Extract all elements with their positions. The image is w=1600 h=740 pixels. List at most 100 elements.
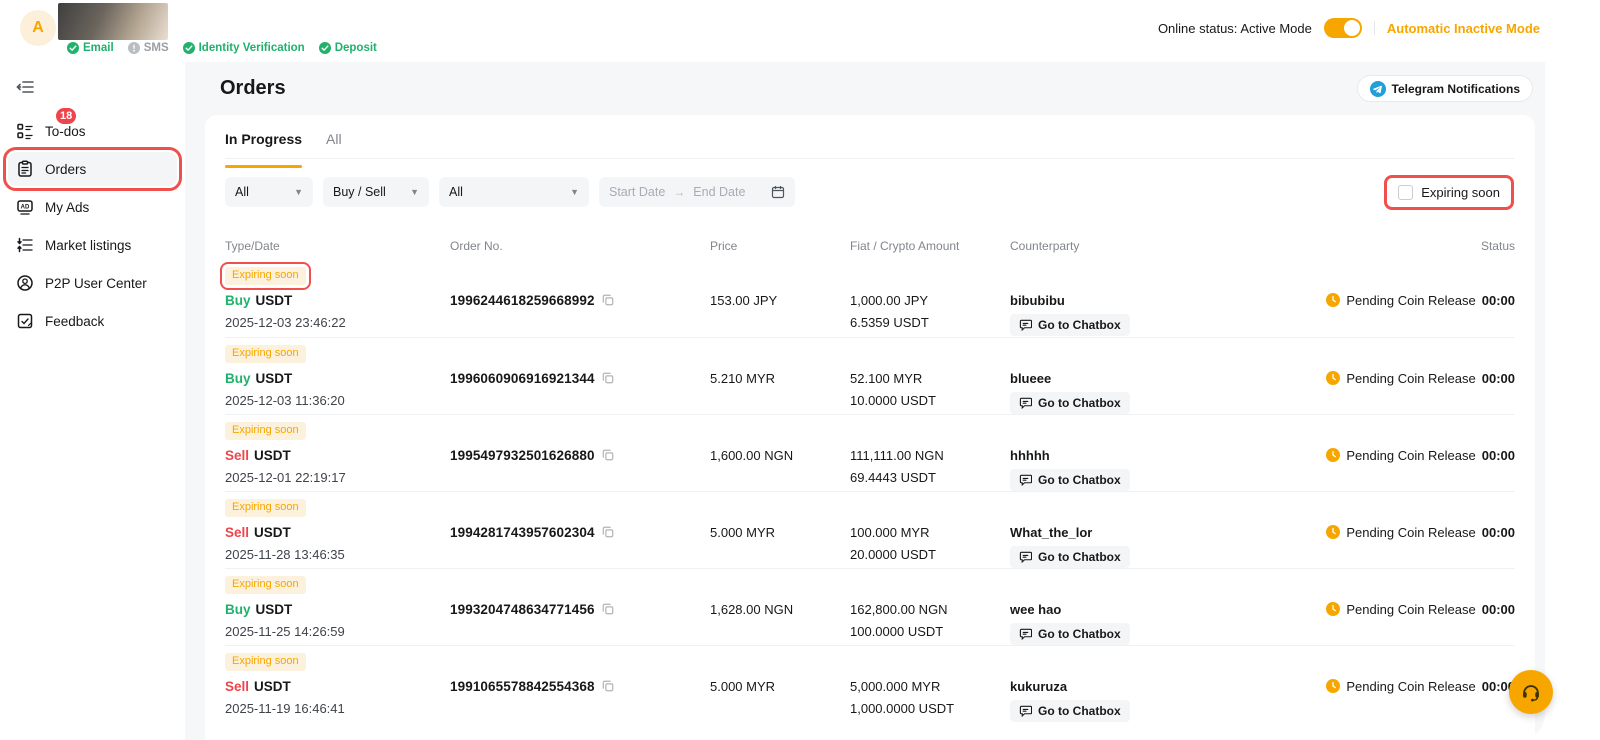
- automatic-inactive-mode-link[interactable]: Automatic Inactive Mode: [1387, 21, 1540, 36]
- telegram-notifications-button[interactable]: Telegram Notifications: [1357, 75, 1533, 102]
- sidebar-item-p2p-user-center[interactable]: P2P User Center: [8, 266, 177, 300]
- expiring-soon-tag: Expiring soon: [225, 499, 306, 517]
- crypto-amount: 20.0000 USDT: [850, 547, 1010, 562]
- order-asset: USDT: [254, 525, 291, 540]
- counterparty-cell: wee hao Go to Chatbox: [1010, 601, 1310, 645]
- type-date-cell: Sell USDT 2025-12-01 22:19:17: [225, 447, 450, 491]
- go-to-chatbox-button[interactable]: Go to Chatbox: [1010, 700, 1130, 722]
- go-to-chatbox-button[interactable]: Go to Chatbox: [1010, 469, 1130, 491]
- order-datetime: 2025-12-03 23:46:22: [225, 315, 450, 330]
- tab-in-progress[interactable]: In Progress: [225, 131, 302, 158]
- order-price: 5.000 MYR: [710, 524, 850, 541]
- check-circle-icon: [183, 42, 195, 54]
- toggle-knob: [1344, 20, 1360, 36]
- expiring-soon-filter[interactable]: Expiring soon: [1387, 178, 1511, 207]
- copy-icon[interactable]: [602, 680, 614, 692]
- crypto-amount: 100.0000 USDT: [850, 624, 1010, 639]
- chat-icon: [1019, 318, 1032, 331]
- order-price: 153.00 JPY: [710, 292, 850, 309]
- order-datetime: 2025-11-25 14:26:59: [225, 624, 450, 639]
- order-status-timer: 00:00: [1482, 448, 1515, 463]
- counterparty-cell: hhhhh Go to Chatbox: [1010, 447, 1310, 491]
- filters-row: All ▼ Buy / Sell ▼ All ▼ Start Date → En…: [225, 177, 1515, 207]
- order-number: 1991065578842554368: [450, 679, 595, 694]
- order-side: Buy: [225, 602, 251, 617]
- price-cell: 5.210 MYR: [710, 370, 850, 414]
- expiring-soon-checkbox[interactable]: [1398, 185, 1413, 200]
- copy-icon[interactable]: [602, 449, 614, 461]
- fiat-amount: 162,800.00 NGN: [850, 601, 1010, 618]
- headset-icon: [1520, 681, 1542, 703]
- collapse-sidebar-button[interactable]: [14, 76, 36, 98]
- date-range-picker[interactable]: Start Date → End Date: [599, 177, 795, 207]
- sidebar-item-label: P2P User Center: [45, 276, 147, 291]
- go-to-chatbox-label: Go to Chatbox: [1038, 473, 1121, 487]
- crypto-amount: 10.0000 USDT: [850, 393, 1010, 408]
- order-price: 5.000 MYR: [710, 678, 850, 695]
- copy-icon[interactable]: [602, 372, 614, 384]
- order-no-cell: 1993204748634771456: [450, 601, 710, 645]
- chevron-down-icon: ▼: [570, 187, 579, 197]
- chat-icon: [1019, 627, 1032, 640]
- column-header: Type/Date: [225, 239, 450, 253]
- status-filter-dropdown[interactable]: All ▼: [439, 177, 589, 207]
- order-side: Buy: [225, 293, 251, 308]
- type-filter-dropdown[interactable]: All ▼: [225, 177, 313, 207]
- go-to-chatbox-button[interactable]: Go to Chatbox: [1010, 546, 1130, 568]
- fiat-amount: 111,111.00 NGN: [850, 447, 1010, 464]
- pending-circle-icon: [128, 42, 140, 54]
- side-filter-dropdown[interactable]: Buy / Sell ▼: [323, 177, 429, 207]
- price-cell: 1,628.00 NGN: [710, 601, 850, 645]
- column-header: Status: [1310, 239, 1515, 253]
- todos-icon: [15, 122, 34, 141]
- online-status-toggle[interactable]: [1324, 18, 1362, 38]
- verification-label: SMS: [144, 42, 169, 54]
- fiat-amount: 100.000 MYR: [850, 524, 1010, 541]
- sidebar-item-market-listings[interactable]: Market listings: [8, 228, 177, 262]
- copy-icon[interactable]: [602, 526, 614, 538]
- amount-cell: 162,800.00 NGN 100.0000 USDT: [850, 601, 1010, 645]
- order-datetime: 2025-12-01 22:19:17: [225, 470, 450, 485]
- status-cell: Pending Coin Release 00:00: [1310, 678, 1515, 722]
- verification-label: Deposit: [335, 42, 377, 54]
- go-to-chatbox-button[interactable]: Go to Chatbox: [1010, 314, 1130, 336]
- order-number: 1995497932501626880: [450, 448, 595, 463]
- tab-all[interactable]: All: [326, 131, 342, 158]
- go-to-chatbox-button[interactable]: Go to Chatbox: [1010, 392, 1130, 414]
- start-date-placeholder: Start Date: [609, 185, 665, 199]
- customer-support-fab[interactable]: [1509, 670, 1553, 714]
- order-row: Expiring soon Buy USDT 2025-11-25 14:26:…: [225, 568, 1515, 645]
- order-datetime: 2025-11-28 13:46:35: [225, 547, 450, 562]
- order-price: 1,628.00 NGN: [710, 601, 850, 618]
- order-no-cell: 1995497932501626880: [450, 447, 710, 491]
- order-side: Sell: [225, 525, 249, 540]
- clock-icon: [1326, 371, 1340, 385]
- verification-label: Identity Verification: [199, 42, 305, 54]
- avatar[interactable]: A: [20, 10, 56, 46]
- telegram-icon: [1370, 81, 1386, 97]
- order-price: 1,600.00 NGN: [710, 447, 850, 464]
- column-header: Order No.: [450, 239, 710, 253]
- verification-email: Email: [67, 42, 114, 54]
- expiring-soon-tag: Expiring soon: [225, 576, 306, 594]
- copy-icon[interactable]: [602, 603, 614, 615]
- order-status-timer: 00:00: [1482, 525, 1515, 540]
- status-cell: Pending Coin Release 00:00: [1310, 370, 1515, 414]
- order-row: Expiring soon Buy USDT 2025-12-03 11:36:…: [225, 337, 1515, 414]
- copy-icon[interactable]: [602, 294, 614, 306]
- sidebar-item-orders[interactable]: Orders: [8, 152, 177, 186]
- market-listings-icon: [15, 236, 34, 255]
- amount-cell: 52.100 MYR 10.0000 USDT: [850, 370, 1010, 414]
- sidebar-item-todos[interactable]: To-dos 18: [8, 114, 177, 148]
- sidebar-item-label: My Ads: [45, 200, 89, 215]
- go-to-chatbox-button[interactable]: Go to Chatbox: [1010, 623, 1130, 645]
- order-datetime: 2025-11-19 16:46:41: [225, 701, 450, 716]
- sidebar-item-feedback[interactable]: Feedback: [8, 304, 177, 338]
- order-datetime: 2025-12-03 11:36:20: [225, 393, 450, 408]
- price-cell: 1,600.00 NGN: [710, 447, 850, 491]
- type-date-cell: Buy USDT 2025-11-25 14:26:59: [225, 601, 450, 645]
- sidebar-item-label: Market listings: [45, 238, 131, 253]
- order-number: 1996244618259668992: [450, 293, 595, 308]
- sidebar-item-my-ads[interactable]: AD My Ads: [8, 190, 177, 224]
- order-status-text: Pending Coin Release: [1346, 525, 1475, 540]
